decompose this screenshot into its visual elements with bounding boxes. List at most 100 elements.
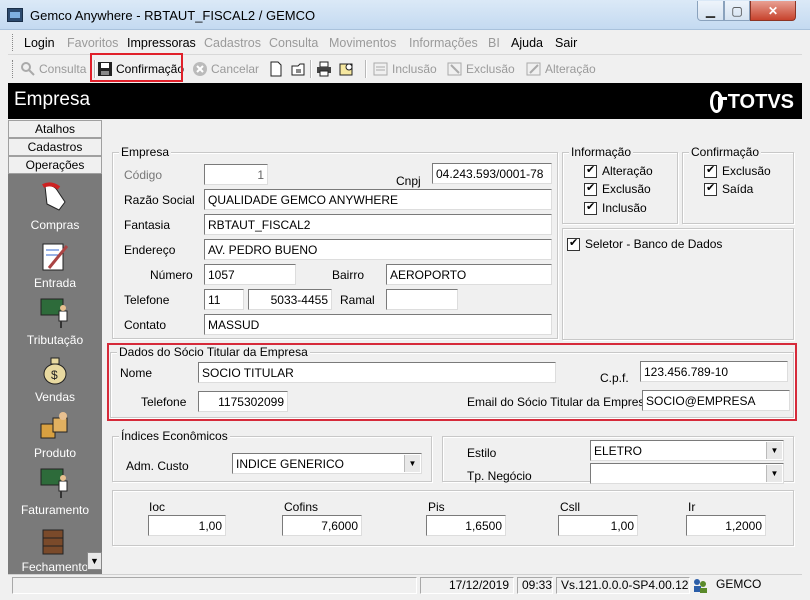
alteracao-button[interactable]: Alteração [526, 59, 596, 79]
app-icon [7, 8, 23, 22]
document-icon [268, 61, 284, 77]
confirmacao-saida-checkbox[interactable]: Saída [704, 181, 753, 196]
totvs-logo: TOTVS [710, 89, 794, 115]
ir-field[interactable]: 1,2000 [686, 515, 766, 536]
informacao-alteracao-checkbox[interactable]: Alteração [584, 163, 653, 178]
delete-record-icon [447, 61, 463, 77]
close-button[interactable]: ✕ [750, 1, 796, 21]
bairro-field[interactable]: AEROPORTO [386, 264, 552, 285]
ioc-label: Ioc [149, 500, 166, 514]
fantasia-label: Fantasia [124, 218, 171, 232]
window-title: Gemco Anywhere - RBTAUT_FISCAL2 / GEMCO [30, 8, 316, 23]
chevron-down-icon[interactable]: ▼ [404, 455, 420, 472]
page-title: Empresa [14, 89, 91, 110]
contato-label: Contato [124, 318, 167, 332]
svg-text:$: $ [51, 368, 58, 382]
status-bar: 17/12/2019 09:33 Vs.121.0.0.0-SP4.00.12.… [8, 574, 802, 594]
estilo-label: Estilo [467, 446, 497, 460]
chevron-down-icon[interactable]: ▼ [766, 442, 782, 459]
money-bag-icon: $ [39, 354, 71, 386]
consulta-button[interactable]: Consulta [20, 59, 86, 79]
ioc-field[interactable]: 1,00 [148, 515, 226, 536]
numero-field[interactable]: 1057 [204, 264, 296, 285]
informacao-exclusao-checkbox[interactable]: Exclusão [584, 181, 651, 196]
inclusao-button[interactable]: Inclusão [373, 59, 437, 79]
sidebar-tab-operacoes[interactable]: Operações [8, 156, 102, 174]
sidebar-tab-cadastros[interactable]: Cadastros [8, 138, 102, 156]
edit-record-icon [526, 61, 542, 77]
menu-movimentos[interactable]: Movimentos [329, 36, 396, 50]
telefone-ddd-field[interactable]: 11 [204, 289, 244, 310]
menu-favoritos[interactable]: Favoritos [67, 36, 118, 50]
sidebar-scroll-down-button[interactable]: ▼ [87, 552, 102, 570]
estilo-select[interactable]: ELETRO ▼ [590, 440, 784, 461]
ramal-label: Ramal [340, 293, 375, 307]
open-button[interactable] [290, 59, 309, 79]
checkbox-check-icon [704, 163, 717, 178]
menu-cadastros[interactable]: Cadastros [204, 36, 261, 50]
tp-negocio-select[interactable]: ▼ [590, 463, 784, 484]
cofins-field[interactable]: 7,6000 [282, 515, 362, 536]
shopping-hand-icon [39, 182, 71, 214]
printer-icon [316, 61, 332, 77]
toolbar-separator [365, 60, 367, 78]
menu-sair[interactable]: Sair [555, 36, 577, 50]
menu-login[interactable]: Login [24, 36, 55, 50]
telefone-label: Telefone [124, 293, 170, 307]
sidebar-tab-atalhos[interactable]: Atalhos [8, 120, 102, 138]
endereco-field[interactable]: AV. PEDRO BUENO [204, 239, 552, 260]
menu-grip [12, 34, 15, 51]
network-users-icon [692, 577, 708, 593]
print-button[interactable] [316, 59, 335, 79]
menu-impressoras[interactable]: Impressoras [127, 36, 196, 50]
sidebar-item-produto[interactable]: Produto [8, 410, 102, 460]
new-document-button[interactable] [268, 59, 287, 79]
sidebar-item-entrada[interactable]: Entrada [8, 240, 102, 290]
sidebar-item-compras[interactable]: Compras [8, 182, 102, 232]
menu-bar: Login Favoritos Impressoras Cadastros Co… [8, 31, 802, 55]
sidebar-item-faturamento[interactable]: Faturamento [8, 467, 102, 517]
confirmacao-exclusao-checkbox[interactable]: Exclusão [704, 163, 771, 178]
ir-label: Ir [688, 500, 696, 514]
preview-button[interactable] [339, 59, 358, 79]
pis-field[interactable]: 1,6500 [426, 515, 506, 536]
checkbox-check-icon [584, 200, 597, 215]
minimize-button[interactable]: ▁ [697, 1, 724, 21]
adm-custo-select[interactable]: INDICE GENERICO ▼ [232, 453, 422, 474]
add-record-icon [373, 61, 389, 77]
sidebar: Atalhos Cadastros Operações Compras Entr… [8, 120, 102, 574]
cnpj-field[interactable]: 04.243.593/0001-78 [432, 163, 552, 184]
codigo-field[interactable]: 1 [204, 164, 268, 185]
confirmacao-highlight [90, 53, 183, 82]
razao-social-field[interactable]: QUALIDADE GEMCO ANYWHERE [204, 189, 552, 210]
contato-field[interactable]: MASSUD [204, 314, 552, 335]
socio-highlight [107, 343, 797, 421]
search-icon [20, 61, 36, 77]
boxes-icon [39, 410, 71, 442]
maximize-button[interactable]: ▢ [724, 1, 750, 21]
seletor-banco-checkbox[interactable]: Seletor - Banco de Dados [567, 236, 722, 251]
exclusao-button[interactable]: Exclusão [447, 59, 515, 79]
cancelar-button[interactable]: Cancelar [192, 59, 259, 79]
telefone-field[interactable]: 5033-4455 [248, 289, 332, 310]
sidebar-item-tributacao[interactable]: Tributação [8, 297, 102, 347]
status-date: 17/12/2019 [420, 577, 514, 594]
chevron-down-icon[interactable]: ▼ [766, 465, 782, 482]
codigo-label: Código [124, 168, 163, 182]
menu-ajuda[interactable]: Ajuda [511, 36, 543, 50]
ramal-field[interactable] [386, 289, 458, 310]
menu-consulta[interactable]: Consulta [269, 36, 318, 50]
informacao-inclusao-checkbox[interactable]: Inclusão [584, 200, 647, 215]
menu-informacoes[interactable]: Informações [409, 36, 478, 50]
checkbox-check-icon [584, 163, 597, 178]
title-bar: Gemco Anywhere - RBTAUT_FISCAL2 / GEMCO … [0, 0, 810, 30]
razao-social-label: Razão Social [124, 193, 195, 207]
sidebar-item-vendas[interactable]: $ Vendas [8, 354, 102, 404]
fantasia-field[interactable]: RBTAUT_FISCAL2 [204, 214, 552, 235]
csll-field[interactable]: 1,00 [558, 515, 638, 536]
status-time: 09:33 [517, 577, 553, 594]
menu-bi[interactable]: BI [488, 36, 500, 50]
status-cell-empty [12, 577, 417, 594]
status-environment: GEMCO [716, 577, 762, 591]
presentation-board-icon [39, 467, 71, 499]
